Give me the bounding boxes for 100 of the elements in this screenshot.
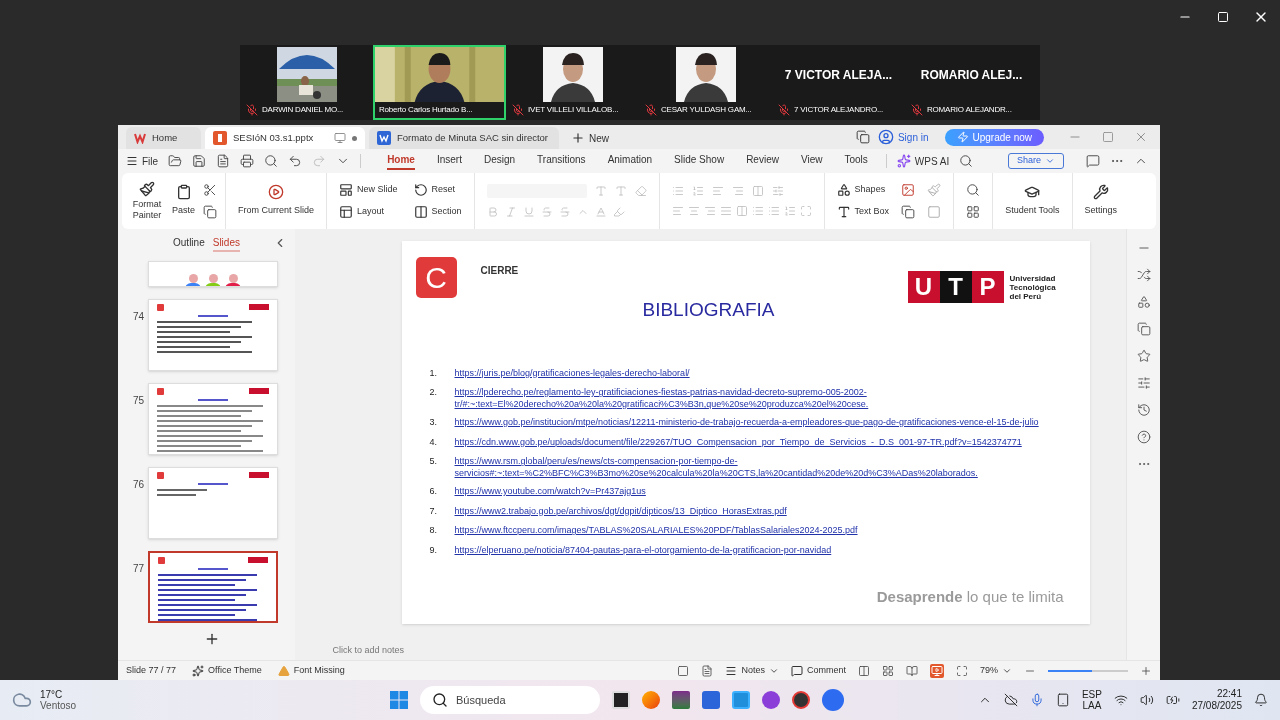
ribbon-tab[interactable]: Animation <box>607 152 653 170</box>
paste-button[interactable]: Paste <box>172 184 195 218</box>
copy-icon[interactable] <box>1136 322 1151 336</box>
reference-link[interactable]: https://www.gob.pe/institucion/mtpe/noticias/12211-ministerio-de-trabajo-recuerda-a-empleadores-que-pago-de-gratificaciones-vence-el-15-de-julio <box>454 416 1039 430</box>
cloud-icon[interactable] <box>1003 693 1018 707</box>
picture-icon[interactable] <box>901 183 916 197</box>
reference-link[interactable]: https://www.rsm.global/peru/es/news/cts-compensacion-por-tiempo-de-servicios#:~:text=%C2%BFC%C3%B3mo%20se%20calcula%20la%20CTS,la%20cantidad%20de%20d%C3%ADas%20laborados. <box>454 455 1064 479</box>
browser-icon[interactable] <box>642 691 660 709</box>
window-stack-icon[interactable] <box>612 691 630 709</box>
clock-date[interactable]: 27/08/2025 <box>1191 700 1242 712</box>
file-menu[interactable]: File <box>126 153 159 169</box>
app-icon[interactable] <box>762 691 780 709</box>
text-box-button[interactable]: Text Box <box>836 205 890 219</box>
slide-thumbnail[interactable] <box>148 551 278 623</box>
taskbar-search-field[interactable]: Búsqueda <box>420 686 600 714</box>
shapes-button[interactable]: Shapes <box>836 183 890 197</box>
reference-link[interactable]: https://www.ftccperu.com/images/TABLAS%20SALARIALES%20PDF/TablasSalariales2024-2025.pdf <box>454 524 858 538</box>
notes-button[interactable]: Notes <box>725 663 779 678</box>
undo-icon[interactable] <box>288 154 303 168</box>
style-icon[interactable] <box>1136 295 1151 309</box>
zoom-slider[interactable] <box>1048 669 1128 672</box>
archive-app-icon[interactable] <box>672 691 690 709</box>
participant-tile[interactable]: ROMARIO ALEJ... ROMARIO ALEJANDR... <box>905 45 1038 120</box>
ribbon-tab[interactable]: Home <box>387 152 415 170</box>
history-icon[interactable] <box>1136 403 1151 417</box>
weather-icon[interactable] <box>12 690 32 710</box>
format-painter-button[interactable]: Format Painter <box>130 181 164 221</box>
print-preview-icon[interactable] <box>264 154 279 168</box>
arrange-icon[interactable] <box>901 205 916 219</box>
ribbon-tab[interactable]: Tools <box>844 152 868 170</box>
from-current-slide-button[interactable]: From Current Slide <box>238 184 315 218</box>
comment-icon[interactable] <box>1086 154 1100 168</box>
settings-button[interactable]: Settings <box>1084 184 1118 218</box>
normal-view-icon[interactable] <box>858 664 870 677</box>
new-tab-button[interactable]: New <box>563 127 617 149</box>
panel-tab[interactable]: Outline <box>173 234 205 252</box>
find-icon[interactable] <box>966 183 981 197</box>
reading-view-icon[interactable] <box>906 664 918 677</box>
wifi-icon[interactable] <box>1113 693 1128 707</box>
section-button[interactable]: Section <box>413 205 462 219</box>
battery-icon[interactable] <box>1165 693 1180 707</box>
ribbon-tab[interactable]: Insert <box>436 152 462 170</box>
student-tools-button[interactable]: Student Tools <box>1005 184 1060 218</box>
zoom-in-icon[interactable] <box>1140 664 1152 677</box>
font-missing-button[interactable]: Font Missing <box>277 663 345 678</box>
participant-tile[interactable]: 7 VICTOR ALEJA... 7 VICTOR ALEJANDRO... <box>772 45 905 120</box>
app-icon[interactable] <box>792 691 810 709</box>
participant-tile[interactable]: Roberto Carlos Hurtado B... <box>373 45 506 120</box>
volume-icon[interactable] <box>1139 693 1154 707</box>
share-button[interactable]: Share <box>1007 153 1064 169</box>
tablet-icon[interactable] <box>1055 693 1070 707</box>
document-tab[interactable]: SESIóN 03.s1.pptx <box>205 127 365 149</box>
ribbon-tab[interactable]: Slide Show <box>674 152 725 170</box>
add-slide-icon[interactable] <box>204 631 220 647</box>
adjust-icon[interactable] <box>1136 376 1151 390</box>
copy-icon[interactable] <box>203 205 217 219</box>
microphone-icon[interactable] <box>1029 693 1044 707</box>
participant-tile[interactable]: CESAR YULDASH GAM... <box>639 45 772 120</box>
upgrade-button[interactable]: Upgrade now <box>944 128 1044 146</box>
comment-button[interactable]: Comment <box>790 663 846 678</box>
sign-in-button[interactable]: Sign in <box>877 129 929 145</box>
participant-tile[interactable]: IVET VILLELI VILLALOB... <box>506 45 639 120</box>
input-language[interactable]: ESP <box>1081 689 1102 700</box>
reference-link[interactable]: https://www.youtube.com/watch?v=Pr437ajg1us <box>454 485 646 499</box>
window-icon[interactable] <box>855 130 870 144</box>
print-icon[interactable] <box>240 154 255 168</box>
cut-icon[interactable] <box>203 183 217 197</box>
clock-time[interactable]: 22:41 <box>1216 688 1242 700</box>
transform-icon[interactable] <box>1136 268 1151 282</box>
select-icon[interactable] <box>966 205 981 219</box>
zoom-level[interactable]: 79% <box>980 663 1012 678</box>
fit-window-icon[interactable] <box>956 664 968 677</box>
ribbon-tab[interactable]: Transitions <box>537 152 586 170</box>
notes-placeholder[interactable]: Click to add notes <box>332 645 405 655</box>
panel-tab[interactable]: Slides <box>212 234 240 252</box>
video-call-app-icon[interactable] <box>822 689 844 711</box>
reset-button[interactable]: Reset <box>413 183 462 197</box>
save-icon[interactable] <box>192 154 207 168</box>
document-tab[interactable]: Home <box>126 127 201 149</box>
restore-icon[interactable] <box>1102 131 1114 143</box>
sorter-view-icon[interactable] <box>882 664 894 677</box>
fill-icon[interactable] <box>927 183 942 197</box>
document-tab[interactable]: Formato de Minuta SAC sin director <box>369 127 559 149</box>
reference-link[interactable]: https://lpderecho.pe/reglamento-ley-gratificiaciones-fiestas-patrias-navidad-decreto-supremo-005-2002-tr/#:~:text=El%20derecho%20a%20la%20gratificaci%C3%B3n,que%20se%20produzca%20el%20cese. <box>454 386 1064 410</box>
reference-link[interactable]: https://www2.trabajo.gob.pe/archivos/dgt/dgpit/dipticos/13_Diptico_HorasExtras.pdf <box>454 504 787 518</box>
reference-link[interactable]: https://cdn.www.gob.pe/uploads/document/file/229267/TUO_Compensacion_por_Tiempo_de_Servicios_-_D.S_001-97-TR.pdf?v=1542374771 <box>454 435 1022 449</box>
export-icon[interactable] <box>216 154 231 168</box>
notification-icon[interactable] <box>1254 693 1268 707</box>
participant-tile[interactable]: DARWIN DANIEL MO... <box>240 45 373 120</box>
ribbon-tab[interactable]: View <box>800 152 823 170</box>
layout-button[interactable]: Layout <box>339 205 398 219</box>
slideshow-icon[interactable] <box>930 663 944 678</box>
reference-link[interactable]: https://elperuano.pe/noticia/87404-pautas-para-el-otorgamiento-de-la-gratificacion-por-navidad <box>454 543 832 557</box>
page-icon[interactable] <box>701 664 714 677</box>
fit-icon[interactable] <box>677 664 690 677</box>
ribbon-tab[interactable]: Review <box>746 152 779 170</box>
search-icon[interactable] <box>959 154 974 168</box>
theme-button[interactable]: Office Theme <box>192 663 262 678</box>
new-slide-button[interactable]: New Slide <box>339 183 398 197</box>
open-icon[interactable] <box>168 154 183 168</box>
